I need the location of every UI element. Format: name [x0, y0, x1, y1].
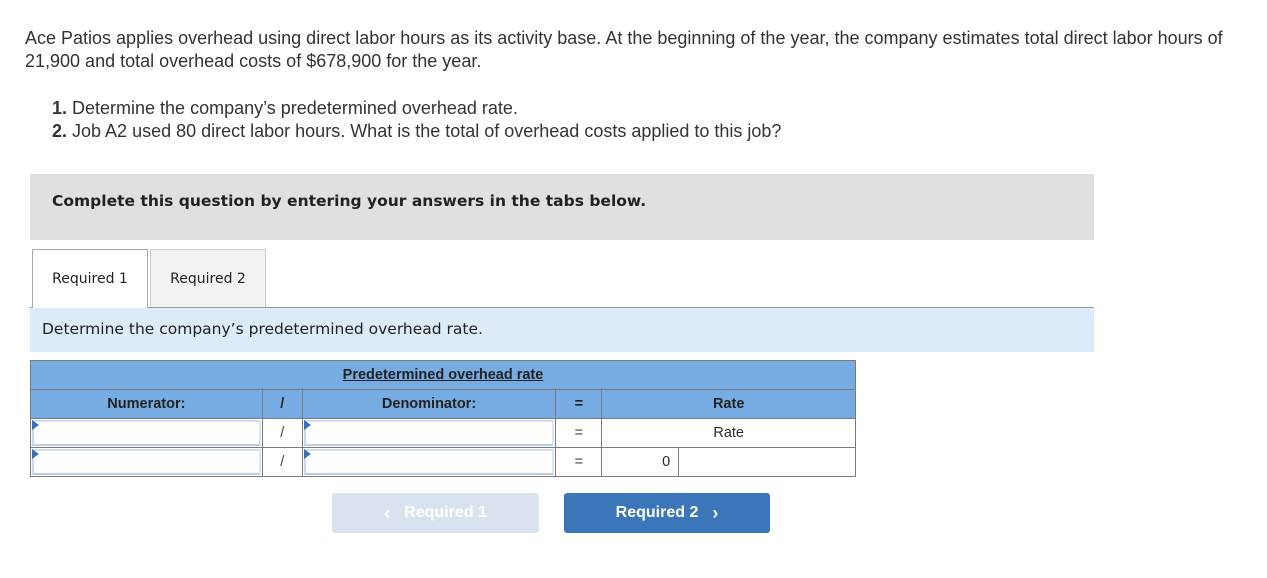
requirement-number: 1. [52, 98, 68, 118]
table-title-text: Predetermined overhead rate [342, 367, 544, 383]
rate-label: Rate [601, 418, 856, 448]
tab-instruction: Determine the company’s predetermined ov… [30, 308, 1094, 352]
rate-unit [678, 447, 856, 477]
divide-sign: / [261, 418, 303, 448]
denominator-cell [301, 418, 557, 448]
requirements-list: 1. Determine the company’s predetermined… [52, 97, 781, 143]
numerator-cell [30, 418, 263, 448]
divide-sign: / [261, 447, 303, 477]
requirement-2: 2. Job A2 used 80 direct labor hours. Wh… [52, 120, 781, 143]
instruction-text: Determine the company’s predetermined ov… [42, 320, 483, 338]
equals-sign: = [555, 447, 603, 477]
prev-button-label: Required 1 [404, 504, 487, 521]
overhead-rate-table: Predetermined overhead rate Numerator: /… [30, 360, 856, 477]
denominator-label-input[interactable] [305, 422, 553, 444]
tab-required-1[interactable]: Required 1 [32, 249, 148, 308]
header-numerator: Numerator: [30, 389, 263, 419]
requirement-number: 2. [52, 121, 68, 141]
tab-required-2[interactable]: Required 2 [150, 249, 266, 307]
numerator-label-input[interactable] [34, 422, 259, 444]
chevron-right-icon: › [712, 502, 719, 523]
banner-text: Complete this question by entering your … [52, 192, 647, 210]
prev-required-button[interactable]: ‹ Required 1 [332, 493, 539, 533]
equals-sign: = [555, 418, 603, 448]
denominator-amount-input[interactable] [305, 451, 553, 473]
table-row: / = Rate [30, 418, 856, 448]
requirement-1: 1. Determine the company’s predetermined… [52, 97, 781, 120]
next-button-label: Required 2 [615, 504, 699, 521]
problem-intro: Ace Patios applies overhead using direct… [25, 28, 1223, 71]
numerator-amount-input[interactable] [34, 451, 259, 473]
header-row: Numerator: / Denominator: = Rate [30, 389, 856, 419]
header-rate: Rate [601, 389, 856, 419]
denominator-cell [301, 447, 557, 477]
instructions-banner: Complete this question by entering your … [30, 174, 1094, 240]
header-divide: / [261, 389, 303, 419]
header-equals: = [555, 389, 603, 419]
header-denominator: Denominator: [301, 389, 557, 419]
rate-value: 0 [601, 447, 680, 477]
tab-bar: Required 1 Required 2 [30, 249, 1094, 308]
table-row: / = 0 [30, 447, 856, 477]
chevron-left-icon: ‹ [384, 502, 391, 523]
numerator-cell [30, 447, 263, 477]
next-required-button[interactable]: Required 2 › [564, 493, 770, 533]
requirement-text: Job A2 used 80 direct labor hours. What … [67, 121, 782, 141]
table-title: Predetermined overhead rate [30, 360, 856, 390]
requirement-text: Determine the company’s predetermined ov… [67, 98, 518, 118]
